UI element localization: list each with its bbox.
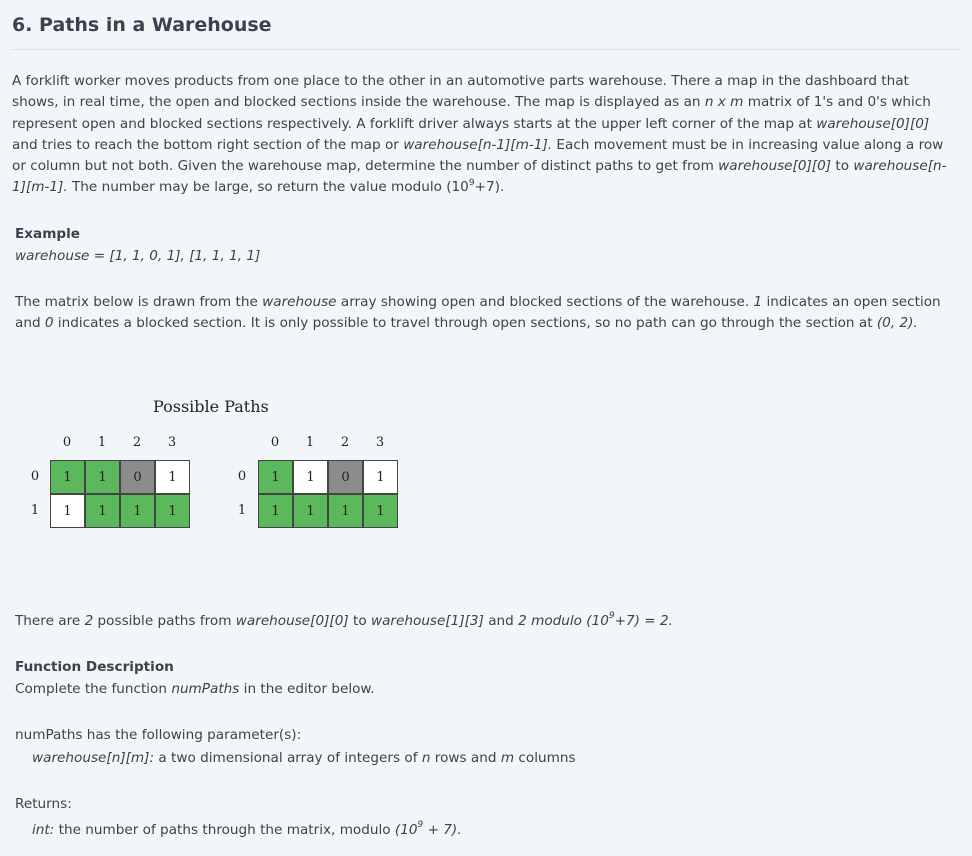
intro-paragraph: A forklift worker moves products from on… [12, 71, 952, 199]
grid-1-cell: 1 [85, 460, 120, 494]
grid-1-col-header: 3 [167, 435, 177, 450]
grid-2-row-header: 1 [237, 503, 247, 518]
grid-2-cell: 1 [258, 460, 293, 494]
page-title: 6. Paths in a Warehouse [12, 14, 272, 36]
matrix-desc-text: The matrix below is drawn from the [15, 294, 263, 310]
returns-mod-text: (10 [394, 822, 418, 838]
divider [10, 49, 960, 50]
grid-1-cell: 1 [155, 494, 190, 528]
intro-end-cell: warehouse[n-1][m-1]. [403, 136, 553, 153]
returns-type: int: [32, 822, 55, 838]
grid-2-cell: 1 [293, 460, 328, 494]
result-text: to [348, 613, 371, 629]
result-from-cell: warehouse[0][0] [235, 613, 349, 629]
figure-title: Possible Paths [153, 397, 269, 416]
result-expression: 2 modulo (109+7) = 2. [518, 611, 673, 629]
grid-1-col-header: 0 [62, 435, 72, 450]
result-to-cell: warehouse[1][3] [370, 613, 484, 629]
result-sentence: There are 2 possible paths from warehous… [15, 611, 955, 632]
grid-2-cell: 0 [328, 460, 363, 494]
grid-2-col-header: 1 [305, 435, 315, 450]
result-text: There are [15, 613, 85, 629]
intro-start-cell: warehouse[0][0] [718, 158, 832, 175]
parameters-line: numPaths has the following parameter(s): [15, 727, 302, 743]
parameter-text: rows and [430, 750, 501, 766]
function-desc-text: Complete the function [15, 681, 172, 697]
grid-2-cell: 1 [363, 460, 398, 494]
result-exponent: 9 [608, 611, 615, 622]
grid-2-col-header: 3 [375, 435, 385, 450]
example-array: warehouse = [1, 1, 0, 1], [1, 1, 1, 1] [15, 248, 261, 264]
result-count: 2 [84, 613, 94, 629]
parameter-warehouse: warehouse[n][m]: a two dimensional array… [15, 748, 972, 769]
returns-description: int: the number of paths through the mat… [15, 820, 972, 841]
matrix-desc-one: 1 [753, 294, 763, 310]
grid-1-cell: 1 [120, 494, 155, 528]
grid-1-cell: 1 [155, 460, 190, 494]
parameter-text: columns [514, 750, 576, 766]
grid-2-cell: 1 [328, 494, 363, 528]
result-expr-text: 2 modulo (10 [518, 613, 609, 629]
grid-1-cell: 1 [50, 494, 85, 528]
intro-exponent: 9 [468, 177, 475, 188]
example-value: warehouse = [1, 1, 0, 1], [1, 1, 1, 1] [15, 246, 955, 267]
returns-heading: Returns: [15, 796, 72, 812]
parameter-m: m [500, 750, 515, 766]
grid-1-col-header: 2 [132, 435, 142, 450]
function-description-heading: Function Description [15, 659, 174, 675]
function-description: Complete the function numPaths in the ed… [15, 679, 955, 700]
grid-1-row-header: 1 [30, 503, 40, 518]
grid-1-cell: 0 [120, 460, 155, 494]
result-text: and [483, 613, 519, 629]
grid-2-cell: 1 [258, 494, 293, 528]
intro-text: to [831, 158, 854, 175]
result-text: possible paths from [93, 613, 236, 629]
grid-2-cell: 1 [293, 494, 328, 528]
returns-exponent: 9 [417, 820, 424, 831]
returns-mod-text: + 7). [423, 822, 462, 838]
example-heading: Example [15, 226, 81, 242]
grid-1-cell: 1 [50, 460, 85, 494]
grid-2-cell: 1 [363, 494, 398, 528]
intro-text: +7). [474, 179, 505, 196]
function-name: numPaths [171, 681, 240, 697]
intro-text: and tries to reach the bottom right sect… [12, 136, 404, 153]
grid-1-col-header: 1 [97, 435, 107, 450]
matrix-desc-text: indicates a blocked section. It is only … [53, 315, 877, 332]
grid-1-row-header: 0 [30, 469, 40, 484]
returns-modulo: (109 + 7). [394, 820, 462, 838]
matrix-desc-zero: 0 [44, 315, 54, 332]
matrix-desc-cell: (0, 2). [876, 315, 918, 332]
matrix-desc-array: warehouse [262, 294, 337, 310]
parameter-text: a two dimensional array of integers of [154, 750, 422, 766]
returns-text: the number of paths through the matrix, … [54, 822, 395, 838]
grid-2-row-header: 0 [237, 469, 247, 484]
intro-dimensions: n x m [704, 94, 744, 111]
grid-2-col-header: 0 [270, 435, 280, 450]
result-expr-text: +7) = 2. [614, 613, 673, 629]
intro-start-cell: warehouse[0][0] [816, 115, 930, 132]
grid-1-cell: 1 [85, 494, 120, 528]
intro-text: The number may be large, so return the v… [67, 179, 469, 196]
function-desc-text: in the editor below. [239, 681, 375, 697]
grid-2-col-header: 2 [340, 435, 350, 450]
matrix-desc-text: array showing open and blocked sections … [336, 294, 754, 310]
parameter-name: warehouse[n][m]: [32, 750, 155, 766]
matrix-description: The matrix below is drawn from the wareh… [15, 292, 955, 335]
